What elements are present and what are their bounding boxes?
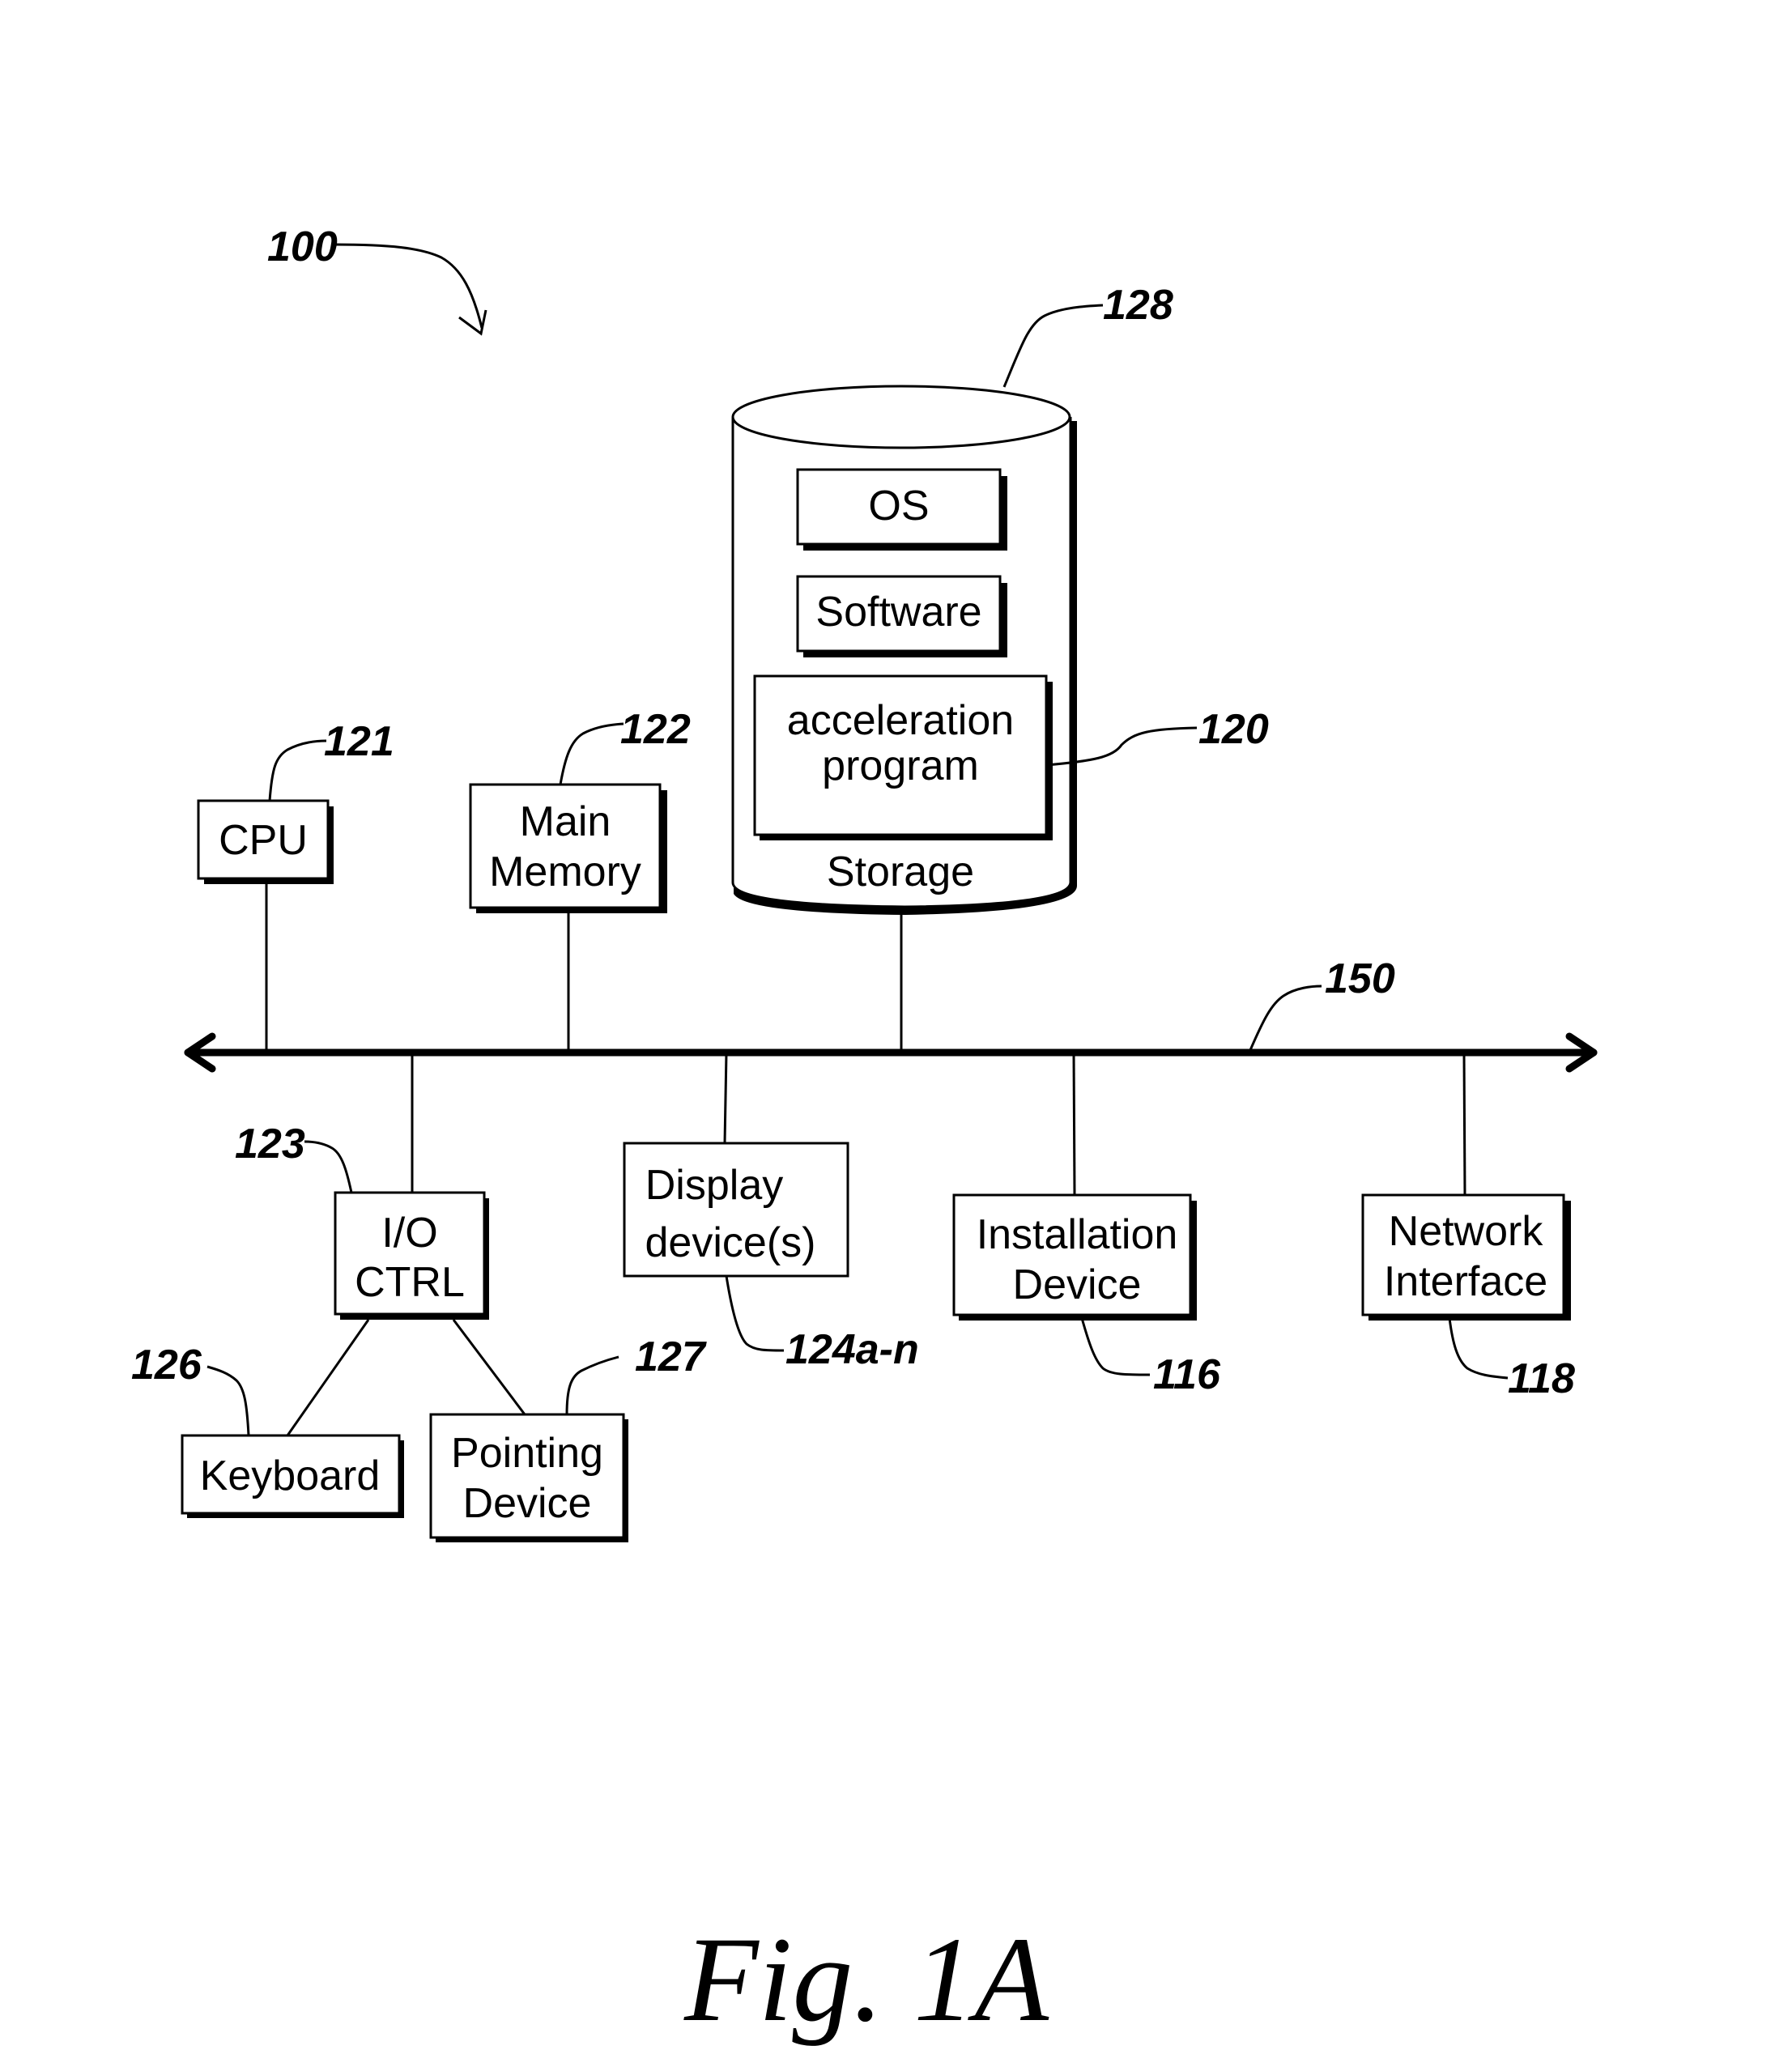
storage-cylinder: OS Software acceleration program Storage — [731, 385, 1077, 915]
network-interface-block: Network Interface — [1361, 1193, 1571, 1321]
acceleration-line2: program — [822, 742, 979, 789]
pointing-device-line1: Pointing — [451, 1430, 603, 1477]
storage-top — [731, 385, 1071, 449]
figure-caption: Fig. 1A — [683, 1912, 1049, 2047]
network-interface-line2: Interface — [1384, 1258, 1547, 1305]
io-ctrl-ref-leader — [304, 1140, 353, 1193]
display-device-ref-label: 124a-n — [785, 1326, 919, 1373]
system-bus — [184, 1032, 1598, 1073]
io-ctrl-line2: CTRL — [355, 1259, 465, 1306]
display-device-line2: device(s) — [645, 1219, 816, 1266]
pointing-device-ref-leader — [565, 1355, 619, 1415]
pointing-device-ref-label: 127 — [635, 1333, 707, 1380]
installation-device-ref-label: 116 — [1153, 1351, 1221, 1398]
io-ctrl-ref-label: 123 — [235, 1121, 305, 1167]
main-memory-block: Main Memory — [469, 783, 667, 913]
system-reference: 100 — [267, 223, 487, 336]
display-device-line1: Display — [645, 1162, 784, 1209]
keyboard-label: Keyboard — [200, 1452, 381, 1499]
main-memory-line2: Memory — [489, 848, 641, 895]
storage-label: Storage — [827, 848, 974, 895]
network-interface-ref-leader — [1448, 1317, 1509, 1380]
main-memory-line1: Main — [520, 798, 611, 845]
system-block-diagram: 100 OS Software acceleration program Sto… — [131, 223, 1598, 2047]
acceleration-ref-label: 120 — [1198, 706, 1269, 753]
storage-ref-leader — [1002, 304, 1104, 388]
cpu-ref-leader — [268, 739, 327, 802]
installation-device-line1: Installation — [977, 1211, 1178, 1258]
os-label: OS — [868, 483, 929, 530]
main-memory-ref-leader — [559, 722, 624, 785]
installation-bus-connector — [1072, 1052, 1076, 1196]
display-device-block: Display device(s) — [623, 1142, 849, 1278]
system-ref-arrowhead-icon — [458, 309, 487, 336]
software-label: Software — [815, 589, 981, 636]
display-bus-connector — [723, 1052, 728, 1144]
network-interface-ref-label: 118 — [1508, 1355, 1575, 1402]
io-ctrl-line1: I/O — [381, 1210, 437, 1257]
bus-ref-leader — [1249, 985, 1322, 1051]
io-keyboard-connector — [286, 1319, 370, 1436]
cpu-label: CPU — [219, 817, 308, 864]
keyboard-ref-label: 126 — [131, 1342, 202, 1389]
network-bus-connector — [1462, 1052, 1466, 1196]
cpu-block: CPU — [197, 799, 334, 884]
installation-device-line2: Device — [1013, 1261, 1142, 1308]
bus-ref-label: 150 — [1325, 955, 1395, 1002]
storage-ref-label: 128 — [1103, 282, 1173, 329]
pointing-device-block: Pointing Device — [429, 1413, 628, 1542]
display-device-ref-leader — [725, 1275, 785, 1352]
installation-device-block: Installation Device — [952, 1193, 1197, 1321]
system-ref-label: 100 — [267, 223, 338, 270]
main-memory-ref-label: 122 — [620, 706, 691, 753]
pointing-device-line2: Device — [463, 1480, 592, 1527]
io-pointing-connector — [452, 1319, 526, 1415]
keyboard-ref-leader — [206, 1365, 250, 1436]
installation-device-ref-leader — [1080, 1317, 1151, 1376]
system-ref-arrow — [334, 243, 483, 329]
cpu-ref-label: 121 — [324, 718, 394, 765]
network-interface-line1: Network — [1389, 1208, 1544, 1255]
io-ctrl-block: I/O CTRL — [334, 1191, 489, 1320]
keyboard-block: Keyboard — [181, 1434, 404, 1518]
acceleration-line1: acceleration — [787, 697, 1014, 744]
